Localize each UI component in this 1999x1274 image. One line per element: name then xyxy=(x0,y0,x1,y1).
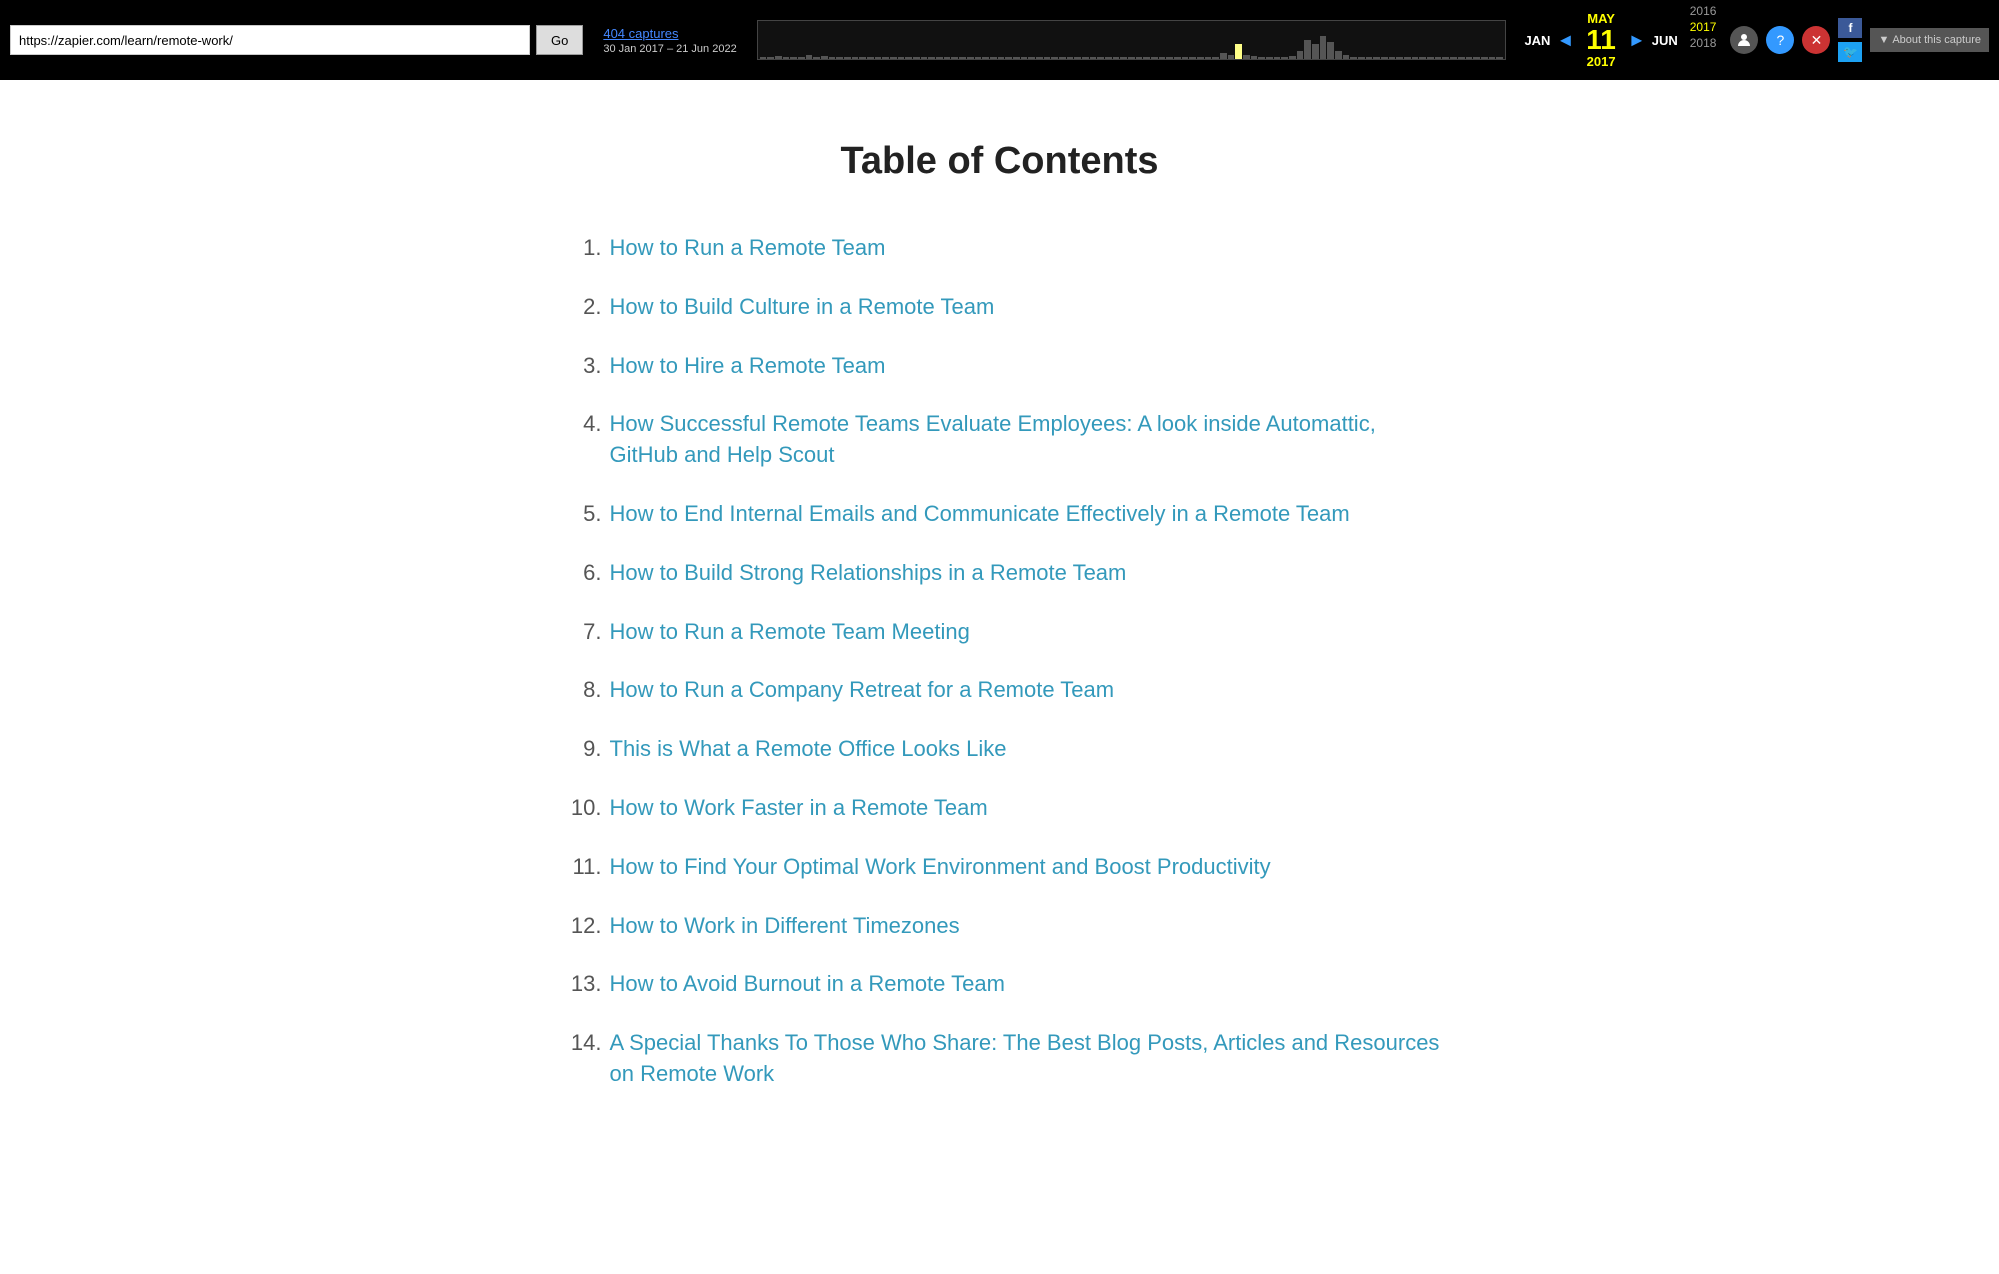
wayback-date-range: 30 Jan 2017 – 21 Jun 2022 xyxy=(603,43,736,55)
toc-list-item: 13.How to Avoid Burnout in a Remote Team xyxy=(550,969,1450,1000)
cal-next-button[interactable]: ► xyxy=(1626,30,1648,51)
toc-item-link[interactable]: How to Run a Remote Team xyxy=(610,233,886,264)
toc-list-item: 11.How to Find Your Optimal Work Environ… xyxy=(550,852,1450,883)
wayback-calendar-section: JAN ◄ MAY 11 2017 ► JUN xyxy=(1516,0,1685,80)
toc-item-number: 2. xyxy=(550,292,610,323)
social-icons: f 🐦 xyxy=(1838,18,1862,62)
toc-item-link[interactable]: How to Work Faster in a Remote Team xyxy=(610,793,988,824)
toc-item-link[interactable]: How to Build Strong Relationships in a R… xyxy=(610,558,1127,589)
toc-list-item: 1.How to Run a Remote Team xyxy=(550,233,1450,264)
toc-item-number: 10. xyxy=(550,793,610,824)
toc-item-link[interactable]: How to Build Culture in a Remote Team xyxy=(610,292,995,323)
toc-item-number: 8. xyxy=(550,675,610,706)
toc-item-number: 1. xyxy=(550,233,610,264)
twitter-icon[interactable]: 🐦 xyxy=(1838,42,1862,62)
wayback-captures-link[interactable]: 404 captures xyxy=(603,26,736,41)
toc-item-link[interactable]: How to Run a Remote Team Meeting xyxy=(610,617,970,648)
toc-item-number: 13. xyxy=(550,969,610,1000)
cal-year-section: MAY 11 2017 xyxy=(1580,7,1622,73)
timeline-bars xyxy=(758,21,1506,59)
toc-item-number: 5. xyxy=(550,499,610,530)
toc-item-number: 7. xyxy=(550,617,610,648)
toc-list-item: 5.How to End Internal Emails and Communi… xyxy=(550,499,1450,530)
toc-item-link[interactable]: A Special Thanks To Those Who Share: The… xyxy=(610,1028,1450,1090)
cal-day: 11 xyxy=(1586,26,1616,54)
wayback-go-button[interactable]: Go xyxy=(536,25,583,55)
toc-list-item: 6.How to Build Strong Relationships in a… xyxy=(550,558,1450,589)
toc-list-item: 4.How Successful Remote Teams Evaluate E… xyxy=(550,409,1450,471)
toc-list-item: 9.This is What a Remote Office Looks Lik… xyxy=(550,734,1450,765)
wayback-url-input[interactable] xyxy=(10,25,530,55)
toc-list: 1.How to Run a Remote Team2.How to Build… xyxy=(550,233,1450,1118)
cal-month-jan: JAN xyxy=(1524,33,1550,48)
toc-item-link[interactable]: This is What a Remote Office Looks Like xyxy=(610,734,1007,765)
main-content: Table of Contents 1.How to Run a Remote … xyxy=(0,80,1999,1198)
toc-list-item: 10.How to Work Faster in a Remote Team xyxy=(550,793,1450,824)
toc-title: Table of Contents xyxy=(840,140,1158,183)
toc-item-number: 14. xyxy=(550,1028,610,1090)
close-icon[interactable]: ✕ xyxy=(1802,26,1830,54)
cal-prev-button[interactable]: ◄ xyxy=(1554,30,1576,51)
toc-list-item: 14.A Special Thanks To Those Who Share: … xyxy=(550,1028,1450,1090)
toc-item-link[interactable]: How to Hire a Remote Team xyxy=(610,351,886,382)
cal-year-current[interactable]: 2017 xyxy=(1690,20,1717,34)
toc-item-link[interactable]: How to End Internal Emails and Communica… xyxy=(610,499,1350,530)
toc-item-link[interactable]: How to Run a Company Retreat for a Remot… xyxy=(610,675,1115,706)
toc-item-link[interactable]: How to Avoid Burnout in a Remote Team xyxy=(610,969,1005,1000)
toc-item-number: 12. xyxy=(550,911,610,942)
cal-year-prev[interactable]: 2016 xyxy=(1690,4,1717,18)
toc-item-link[interactable]: How to Work in Different Timezones xyxy=(610,911,960,942)
toc-item-number: 9. xyxy=(550,734,610,765)
toc-item-number: 11. xyxy=(550,852,610,883)
toc-item-link[interactable]: How Successful Remote Teams Evaluate Emp… xyxy=(610,409,1450,471)
toc-list-item: 7.How to Run a Remote Team Meeting xyxy=(550,617,1450,648)
timeline-bar[interactable] xyxy=(757,20,1507,60)
user-icon[interactable] xyxy=(1730,26,1758,54)
cal-month-jun: JUN xyxy=(1652,33,1678,48)
toc-list-item: 12.How to Work in Different Timezones xyxy=(550,911,1450,942)
toc-item-link[interactable]: How to Find Your Optimal Work Environmen… xyxy=(610,852,1271,883)
wayback-url-section: Go xyxy=(0,0,593,80)
toc-item-number: 4. xyxy=(550,409,610,471)
wayback-icons-section: ? ✕ f 🐦 ▼ About this capture xyxy=(1720,0,1999,80)
cal-years-nav: 2016 2017 2018 xyxy=(1686,0,1721,80)
toc-list-item: 2.How to Build Culture in a Remote Team xyxy=(550,292,1450,323)
help-icon[interactable]: ? xyxy=(1766,26,1794,54)
about-capture-button[interactable]: ▼ About this capture xyxy=(1870,28,1989,52)
cal-year: 2017 xyxy=(1587,54,1616,69)
toc-item-number: 3. xyxy=(550,351,610,382)
toc-list-item: 3.How to Hire a Remote Team xyxy=(550,351,1450,382)
toc-item-number: 6. xyxy=(550,558,610,589)
wayback-captures-section: 404 captures 30 Jan 2017 – 21 Jun 2022 xyxy=(593,0,746,80)
cal-year-next[interactable]: 2018 xyxy=(1690,36,1717,50)
wayback-timeline[interactable] xyxy=(747,0,1517,80)
wayback-toolbar: Go 404 captures 30 Jan 2017 – 21 Jun 202… xyxy=(0,0,1999,80)
toc-list-item: 8.How to Run a Company Retreat for a Rem… xyxy=(550,675,1450,706)
facebook-icon[interactable]: f xyxy=(1838,18,1862,38)
